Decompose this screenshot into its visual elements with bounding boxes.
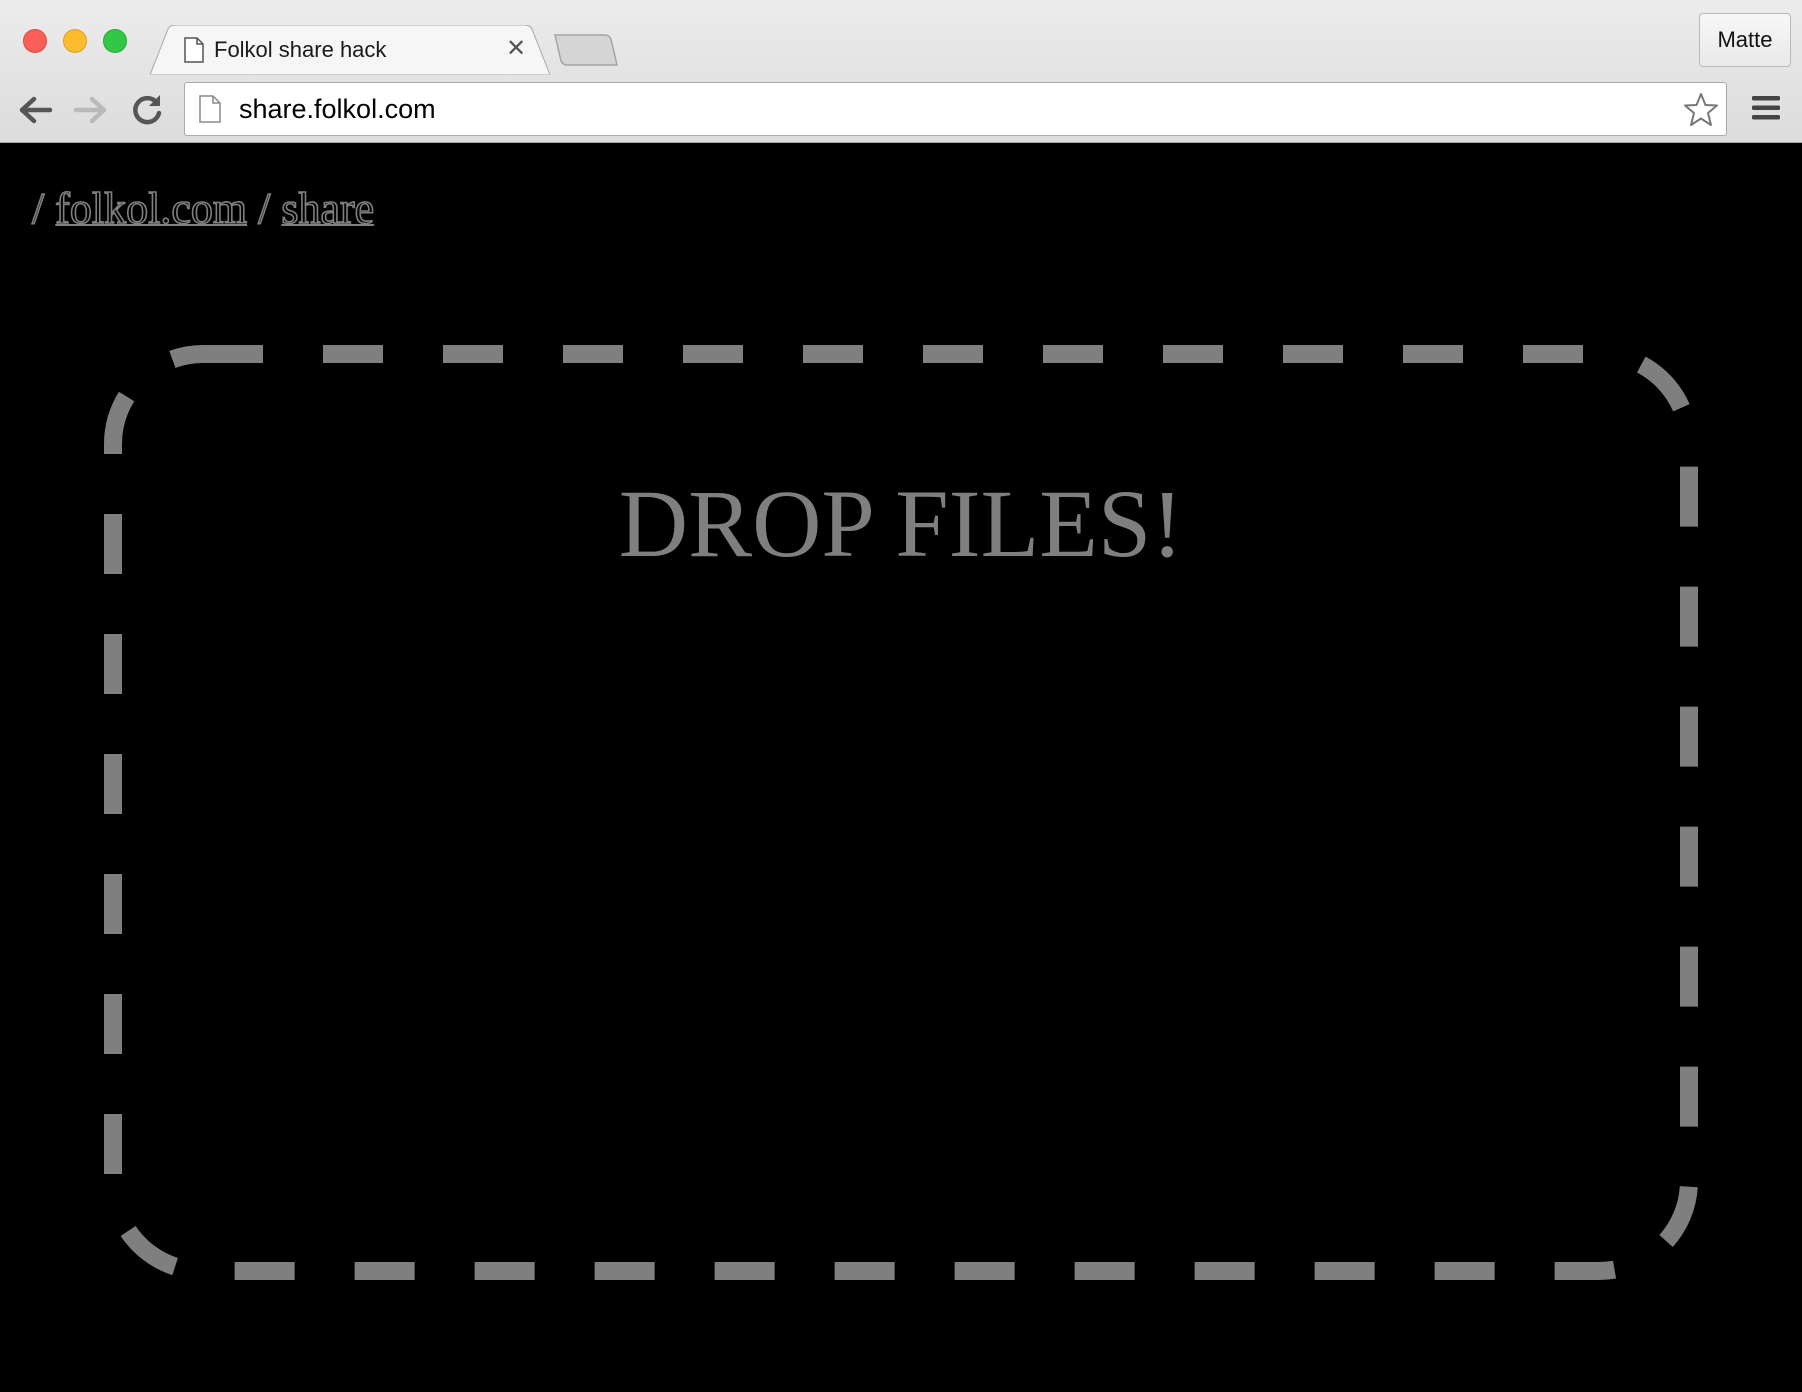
drop-files-heading: DROP FILES!: [618, 470, 1184, 577]
page-content: / folkol.com / share DROP FILES!: [0, 143, 1802, 1392]
new-tab-button[interactable]: [553, 33, 619, 67]
profile-button[interactable]: Matte: [1699, 13, 1791, 67]
browser-tab[interactable]: Folkol share hack ✕: [150, 25, 550, 75]
forward-arrow-icon[interactable]: [72, 91, 110, 129]
window-close-button[interactable]: [23, 29, 47, 53]
file-drop-zone[interactable]: [0, 143, 1802, 1392]
tab-title: Folkol share hack: [214, 37, 387, 62]
address-bar[interactable]: share.folkol.com: [184, 82, 1727, 136]
page-icon: [184, 37, 204, 63]
reload-icon[interactable]: [128, 91, 166, 129]
page-icon: [199, 95, 221, 123]
tab-close-icon[interactable]: ✕: [504, 37, 528, 61]
back-arrow-icon[interactable]: [16, 91, 54, 129]
window-maximize-button[interactable]: [103, 29, 127, 53]
url-text[interactable]: share.folkol.com: [239, 94, 436, 125]
hamburger-menu-icon[interactable]: [1750, 92, 1782, 124]
star-icon[interactable]: [1682, 91, 1720, 129]
window-minimize-button[interactable]: [63, 29, 87, 53]
browser-chrome: Folkol share hack ✕ Matte share.folkol.c…: [0, 0, 1802, 143]
